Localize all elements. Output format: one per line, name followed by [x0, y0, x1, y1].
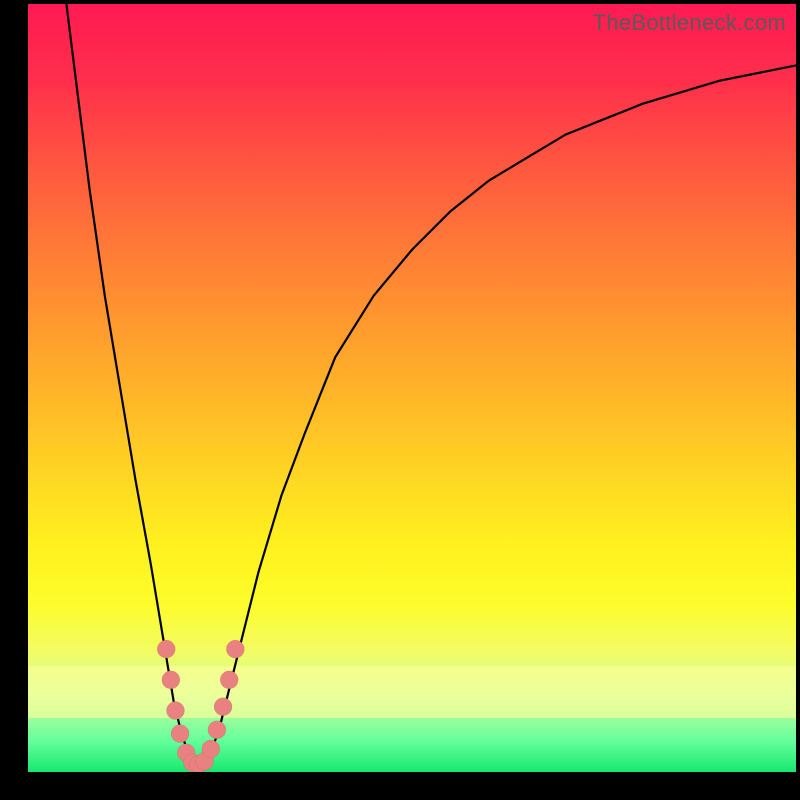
data-point-cluster [157, 640, 244, 772]
data-point [226, 640, 244, 658]
bottleneck-curve-svg [28, 4, 796, 772]
data-point [214, 698, 232, 716]
data-point [208, 721, 226, 739]
data-point [157, 640, 175, 658]
plot-area: TheBottleneck.com [28, 4, 796, 772]
data-point [202, 740, 220, 758]
bottleneck-curve-path [66, 4, 796, 764]
data-point [162, 671, 180, 689]
chart-frame: TheBottleneck.com [0, 0, 800, 800]
data-point [171, 725, 189, 743]
data-point [220, 671, 238, 689]
data-point [166, 702, 184, 720]
